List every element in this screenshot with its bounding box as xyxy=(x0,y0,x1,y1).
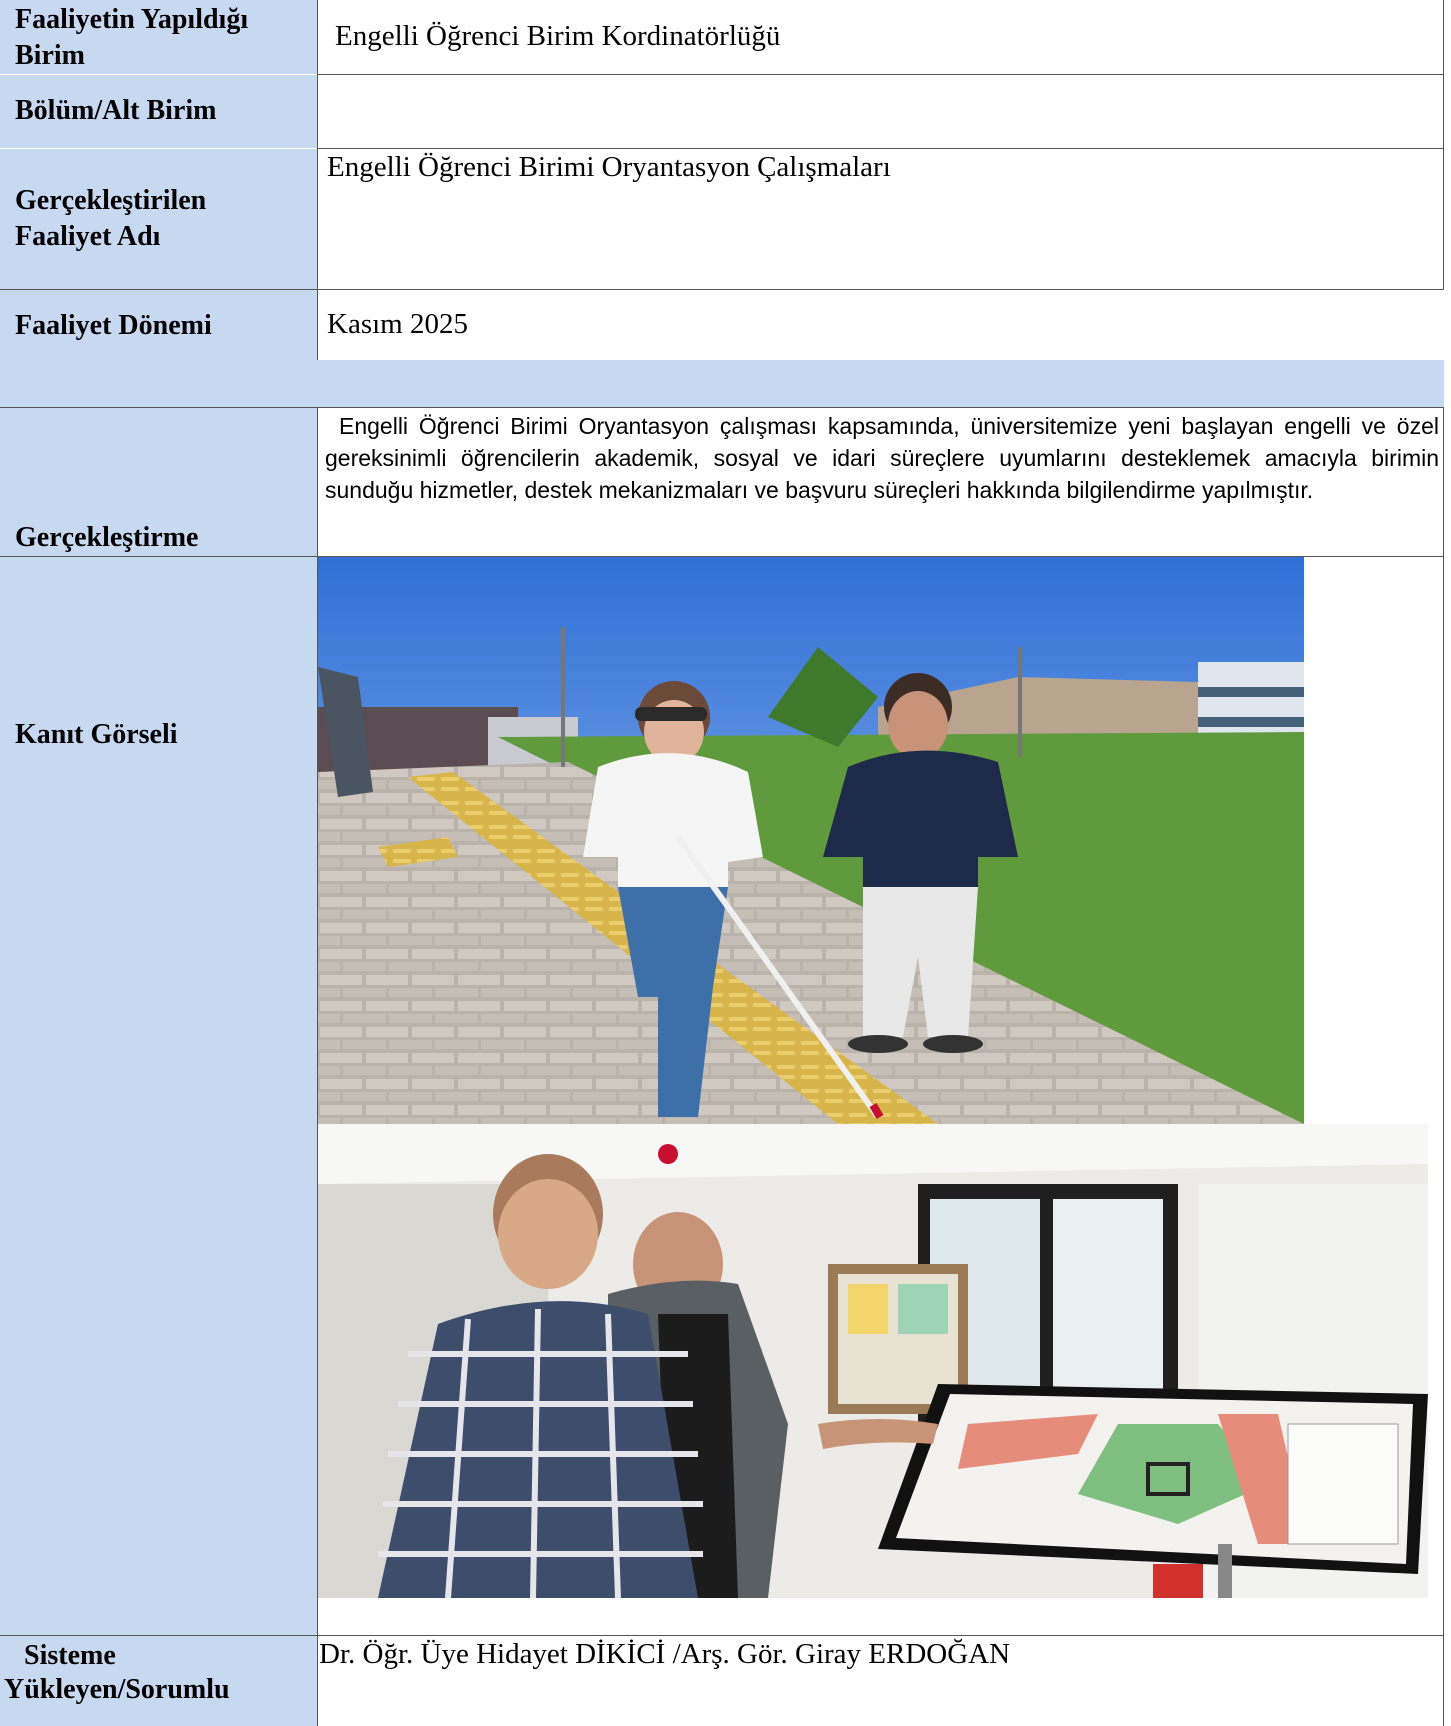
evidence-photo-indoor xyxy=(318,1124,1428,1598)
responsible-label-line1: Sisteme xyxy=(24,1640,116,1671)
implementation-text: Engelli Öğrenci Birimi Oryantasyon çalış… xyxy=(325,413,1439,503)
department-label: Bölüm/Alt Birim xyxy=(15,95,217,126)
row-spacer xyxy=(0,360,1444,407)
row-department: Bölüm/Alt Birim xyxy=(0,75,1444,148)
activity-name-label: Gerçekleştirilen Faaliyet Adı xyxy=(15,185,207,252)
label-cell: Faaliyet Dönemi xyxy=(0,290,317,360)
evidence-label: Kanıt Görseli xyxy=(15,719,178,750)
value-cell: Engelli Öğrenci Birim Kordinatörlüğü xyxy=(317,0,1444,74)
responsible-label-line2: Yükleyen/Sorumlu xyxy=(4,1674,230,1705)
evidence-photo-outdoor xyxy=(318,557,1304,1124)
row-unit: Faaliyetin Yapıldığı Birim Engelli Öğren… xyxy=(0,0,1444,74)
outdoor-photo-illustration xyxy=(318,557,1304,1124)
label-cell: Faaliyetin Yapıldığı Birim xyxy=(0,0,317,74)
period-value: Kasım 2025 xyxy=(327,308,468,340)
unit-value: Engelli Öğrenci Birim Kordinatörlüğü xyxy=(335,20,781,52)
label-cell: Sisteme Yükleyen/Sorumlu xyxy=(0,1636,317,1726)
label-cell: Gerçekleştirilen Faaliyet Adı xyxy=(0,149,317,289)
period-label: Faaliyet Dönemi xyxy=(15,310,212,341)
label-cell: Kanıt Görseli xyxy=(0,557,317,1635)
value-cell: Kasım 2025 xyxy=(317,290,1444,360)
row-activity-name: Gerçekleştirilen Faaliyet Adı Engelli Öğ… xyxy=(0,149,1444,289)
value-cell: Engelli Öğrenci Birimi Oryantasyon Çalış… xyxy=(317,149,1444,289)
value-cell xyxy=(317,75,1444,148)
indoor-photo-illustration xyxy=(318,1124,1428,1598)
label-cell: Bölüm/Alt Birim xyxy=(0,75,317,148)
row-period: Faaliyet Dönemi Kasım 2025 xyxy=(0,290,1444,360)
implementation-label: Gerçekleştirme xyxy=(15,522,199,553)
value-cell: Dr. Öğr. Üye Hidayet DİKİCİ /Arş. Gör. G… xyxy=(317,1636,1444,1726)
activity-name-value: Engelli Öğrenci Birimi Oryantasyon Çalış… xyxy=(327,151,891,183)
label-cell: Gerçekleştirme xyxy=(0,408,317,556)
unit-label: Faaliyetin Yapıldığı Birim xyxy=(15,4,249,71)
responsible-value: Dr. Öğr. Üye Hidayet DİKİCİ /Arş. Gör. G… xyxy=(319,1638,1011,1670)
row-responsible: Sisteme Yükleyen/Sorumlu Dr. Öğr. Üye Hi… xyxy=(0,1636,1444,1726)
